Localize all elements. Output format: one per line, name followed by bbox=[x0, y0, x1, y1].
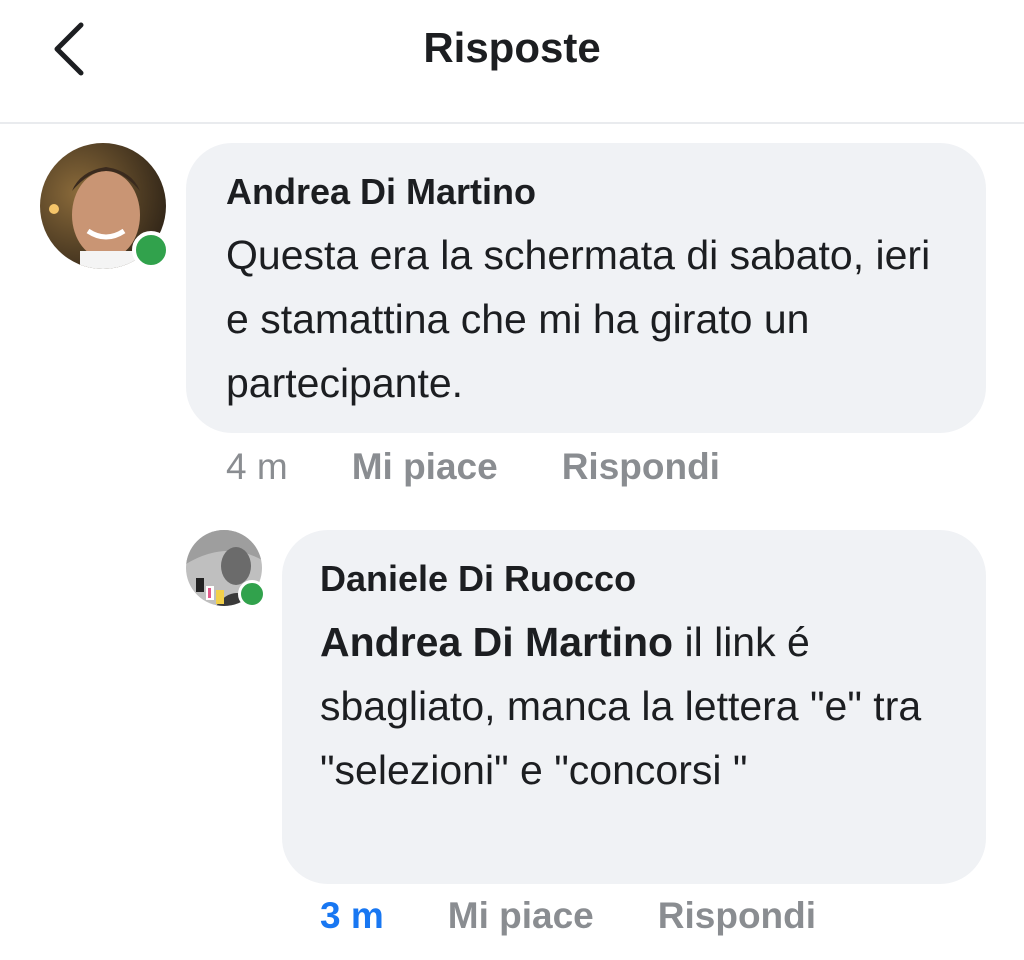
reply-button[interactable]: Rispondi bbox=[562, 446, 720, 488]
comment-bubble[interactable]: Andrea Di Martino Questa era la schermat… bbox=[186, 143, 986, 433]
mention-link[interactable]: Andrea Di Martino bbox=[320, 619, 673, 665]
comment-actions: 3 m Mi piace Rispondi bbox=[320, 893, 816, 939]
page-title: Risposte bbox=[423, 24, 601, 71]
comment-author[interactable]: Andrea Di Martino bbox=[226, 171, 946, 213]
avatar-andrea[interactable] bbox=[40, 143, 170, 269]
comment-text: Questa era la schermata di sabato, ieri … bbox=[226, 232, 931, 406]
comment-author[interactable]: Daniele Di Ruocco bbox=[320, 558, 946, 600]
online-status-dot bbox=[238, 580, 266, 608]
app-header: Risposte bbox=[0, 0, 1024, 124]
reply-button[interactable]: Rispondi bbox=[658, 895, 816, 937]
comment-bubble[interactable]: Daniele Di Ruocco Andrea Di Martino il l… bbox=[282, 530, 986, 884]
like-button[interactable]: Mi piace bbox=[448, 895, 594, 937]
online-status-dot bbox=[132, 231, 170, 269]
comment-actions: 4 m Mi piace Rispondi bbox=[226, 444, 720, 490]
like-button[interactable]: Mi piace bbox=[352, 446, 498, 488]
comment-timestamp: 4 m bbox=[226, 446, 288, 487]
comment-timestamp: 3 m bbox=[320, 895, 384, 936]
comment-text: Andrea Di Martino il link é sbagliato, m… bbox=[320, 610, 946, 802]
avatar-daniele[interactable] bbox=[186, 530, 266, 608]
